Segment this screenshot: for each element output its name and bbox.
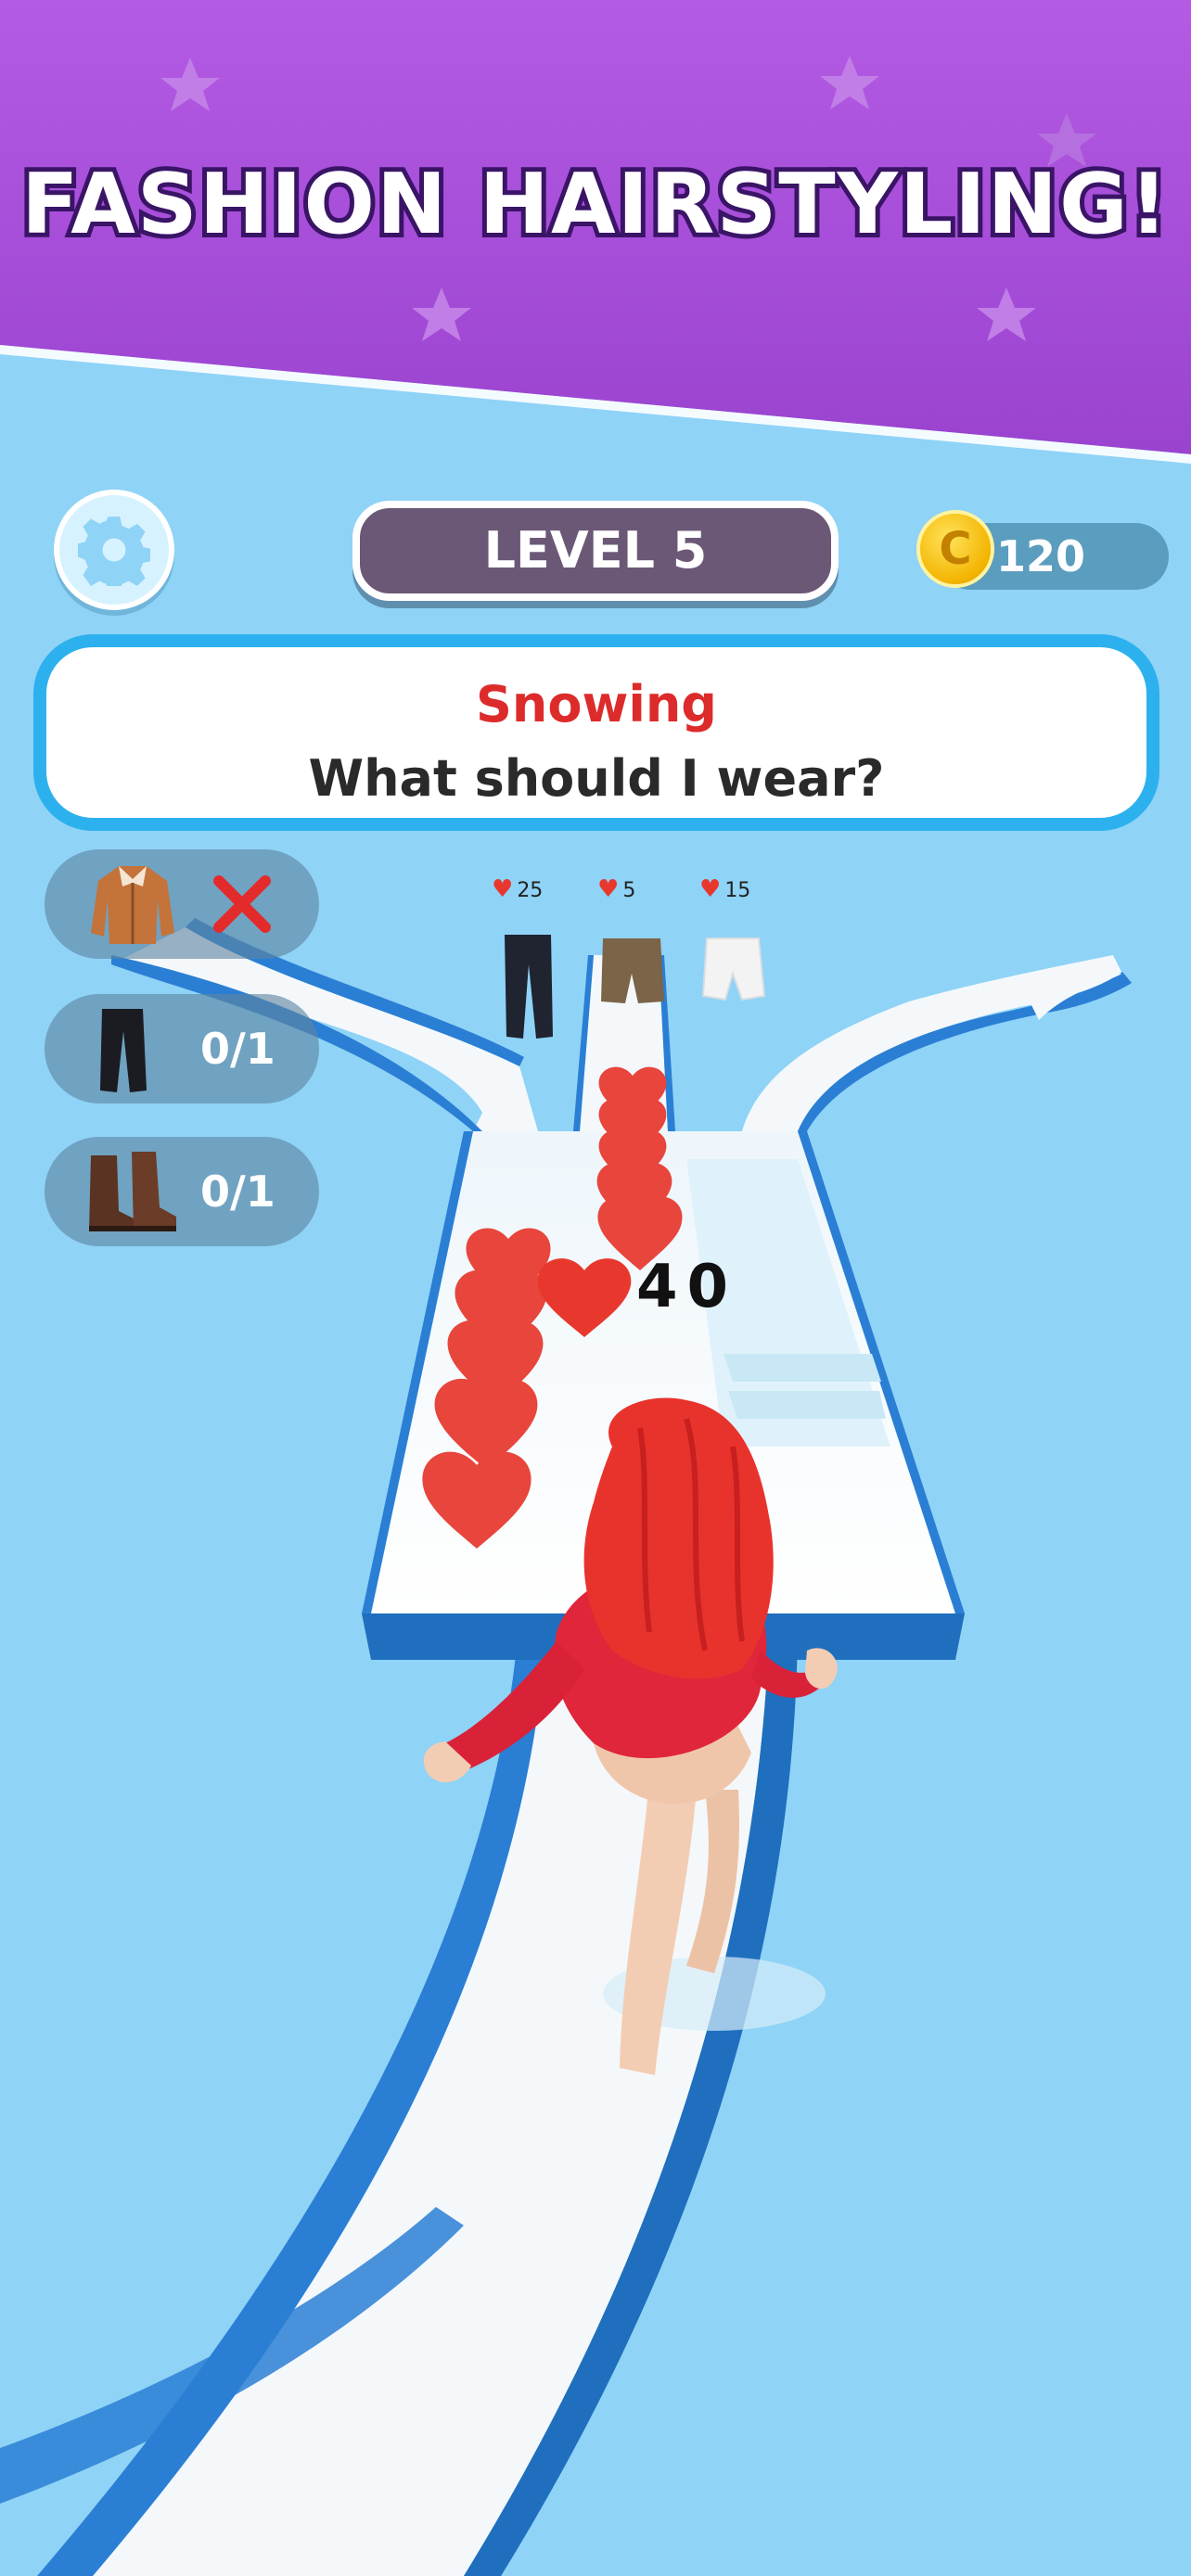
level-indicator: LEVEL 5 [352,501,839,601]
banner-title: FASHION HAIRSTYLING! [17,151,1172,258]
heart-icon: ♥ [699,875,722,903]
outfit-slot-coat [45,849,319,959]
gate-cost-white-shorts: ♥ 15 [699,875,750,903]
coin-icon: C [916,510,994,588]
cost-value: 15 [724,879,751,902]
heart-score: 40 [636,1253,738,1321]
weather-prompt: Snowing What should I wear? [33,634,1159,831]
cost-value: 5 [622,879,636,902]
pants-progress: 0/1 [200,1024,275,1074]
outfit-slot-boots: 0/1 [45,1137,319,1246]
x-mark-icon [213,875,271,933]
gate-cost-brown-shorts: ♥ 5 [597,875,635,903]
boots-icon [89,1152,176,1231]
settings-button[interactable] [54,490,174,610]
prompt-question: What should I wear? [308,749,885,808]
pants-icon [100,1009,147,1092]
coat-icon [91,866,174,944]
cost-value: 25 [517,879,544,902]
boots-progress: 0/1 [200,1167,275,1217]
outfit-slot-pants: 0/1 [45,994,319,1103]
coin-symbol: C [939,523,972,575]
gear-icon [78,516,150,586]
weather-label: Snowing [476,675,717,733]
game-scene [0,0,1191,2576]
coin-count: 120 [996,531,1086,581]
gate-cost-black-pants: ♥ 25 [492,875,543,903]
heart-icon: ♥ [492,875,514,903]
heart-icon: ♥ [597,875,620,903]
